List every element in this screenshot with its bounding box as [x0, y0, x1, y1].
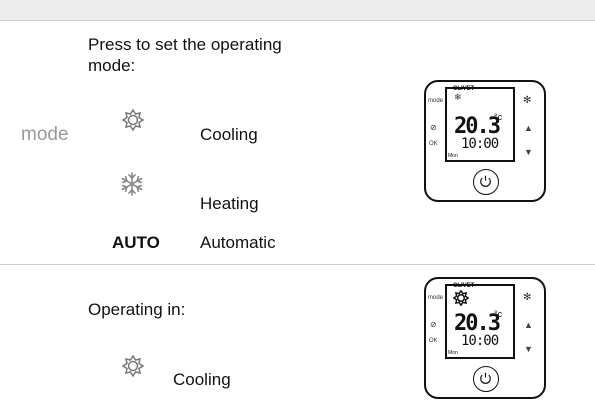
power-icon [480, 372, 491, 384]
fan-icon: ✻ [523, 292, 532, 303]
day-readout: Mon [448, 350, 458, 356]
option-cooling-label: Cooling [200, 125, 258, 144]
option-heating-label: Heating [200, 194, 259, 213]
clock-icon: ⊘ [430, 123, 437, 132]
sun-icon [453, 290, 469, 306]
up-arrow-icon: ▲ [524, 320, 533, 330]
snowflake-icon: ❄ [454, 92, 462, 102]
sun-icon [121, 108, 145, 132]
thermostat-display-1: CLIVET mode ⊘ OK ❄ 20.3 °c 10:00 Mon ✻ ▲… [424, 80, 546, 202]
ok-button: OK [429, 338, 438, 344]
mode-button: mode [428, 98, 444, 104]
up-arrow-icon: ▲ [524, 123, 533, 133]
down-arrow-icon: ▼ [524, 147, 533, 157]
snowflake-icon [121, 172, 143, 196]
power-button [473, 169, 499, 195]
operating-cooling-label: Cooling [173, 370, 231, 389]
time-readout: 10:00 [461, 333, 499, 349]
sun-icon [121, 354, 145, 378]
clock-icon: ⊘ [430, 320, 437, 329]
brand-logo: CLIVET [453, 283, 475, 289]
ok-button: OK [429, 141, 438, 147]
top-bar [0, 0, 595, 21]
down-arrow-icon: ▼ [524, 344, 533, 354]
auto-key-label: AUTO [112, 233, 160, 252]
power-icon [480, 175, 491, 187]
temperature-unit: °c [494, 112, 503, 122]
fan-icon: ✻ [523, 95, 532, 106]
day-readout: Mon [448, 153, 458, 159]
section-divider [0, 264, 595, 265]
temperature-unit: °c [494, 309, 503, 319]
instruction-line-2: mode: [88, 56, 136, 75]
option-automatic-label: Automatic [200, 233, 276, 252]
thermostat-display-2: CLIVET mode ⊘ OK 20.3 °c 10:00 Mon ✻ ▲ ▼ [424, 277, 546, 399]
operating-in-label: Operating in: [88, 300, 186, 319]
mode-key-label: mode [21, 124, 69, 145]
power-button [473, 366, 499, 392]
instruction-line-1: Press to set the operating [88, 35, 282, 54]
mode-button: mode [428, 295, 444, 301]
time-readout: 10:00 [461, 136, 499, 152]
